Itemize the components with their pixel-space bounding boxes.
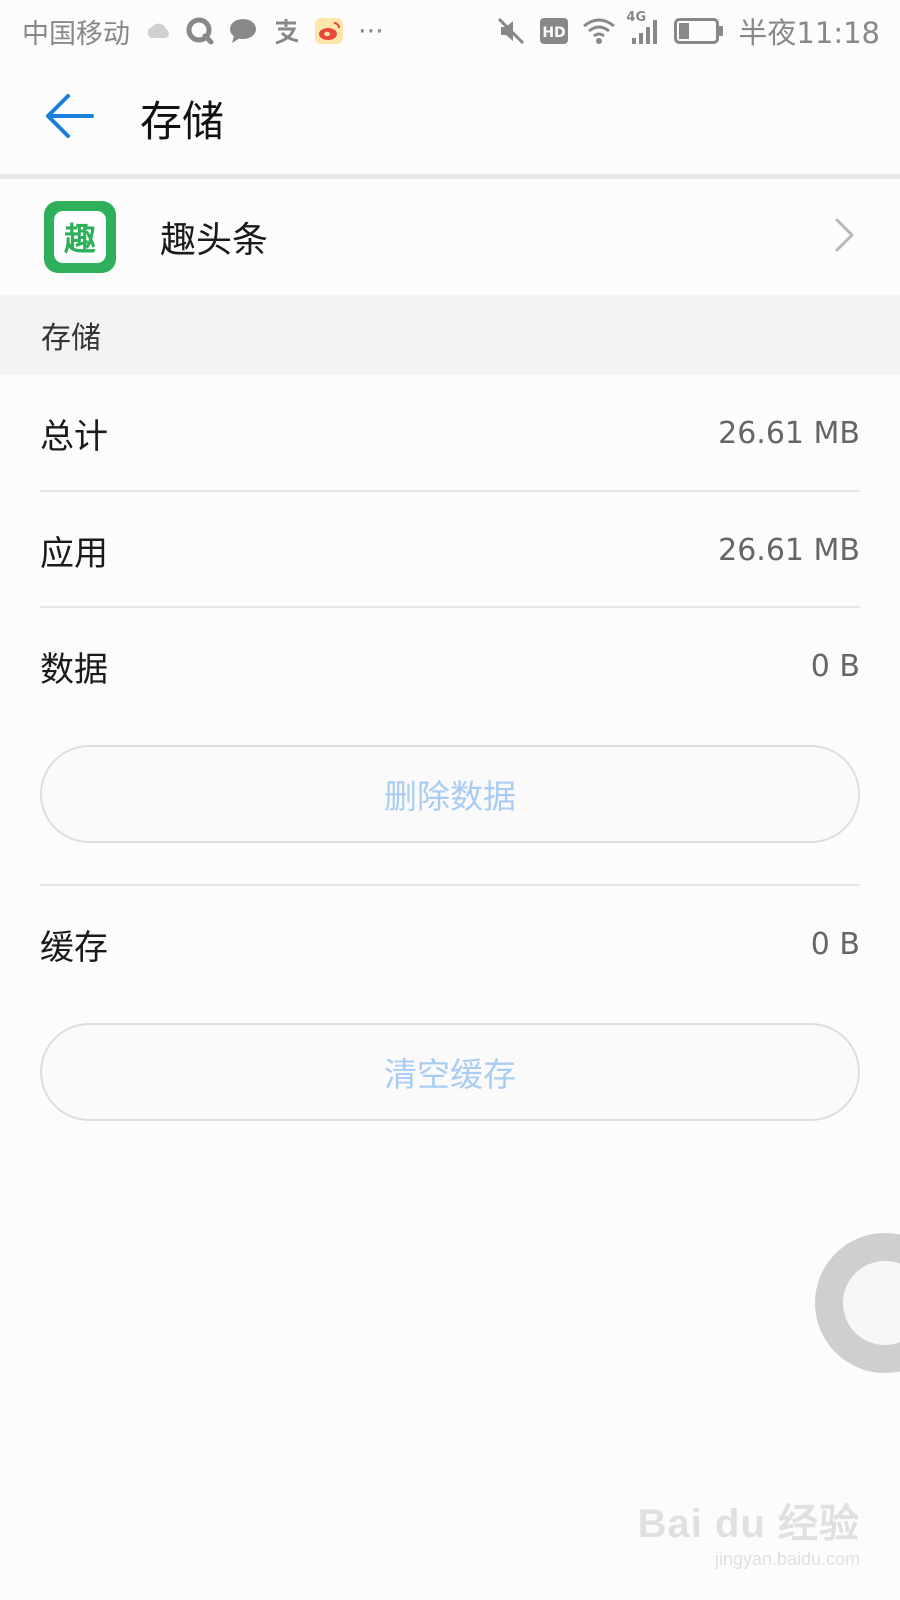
storage-row-data: 数据 0 B xyxy=(40,608,860,724)
row-label: 数据 xyxy=(40,649,108,690)
row-value: 26.61 MB xyxy=(718,532,860,568)
watermark: Bai du 经验 jingyan.baidu.com xyxy=(638,1491,860,1570)
chevron-right-icon xyxy=(834,217,856,257)
floating-assistant-button[interactable] xyxy=(815,1233,900,1373)
page-title: 存储 xyxy=(140,96,225,146)
hd-icon: HD xyxy=(540,18,569,44)
app-icon-glyph: 趣 xyxy=(54,211,106,263)
row-value: 26.61 MB xyxy=(718,415,860,451)
row-label: 缓存 xyxy=(40,927,108,968)
message-icon xyxy=(228,17,258,45)
status-bar: 中国移动 ··· HD 4G 半夜11:18 xyxy=(0,0,900,62)
back-arrow-icon xyxy=(44,93,94,143)
row-value: 0 B xyxy=(810,648,860,684)
storage-row-cache: 缓存 0 B xyxy=(40,886,860,1002)
network-type-label: 4G xyxy=(626,10,647,25)
more-notifications-indicator: ··· xyxy=(358,15,384,47)
watermark-url: jingyan.baidu.com xyxy=(714,1549,860,1569)
storage-screen: 中国移动 ··· HD 4G 半夜11:18 存储 趣 趣头条 存储 总计 26… xyxy=(0,0,900,1600)
app-name: 趣头条 xyxy=(160,220,269,261)
mute-icon xyxy=(496,16,526,46)
clear-cache-button[interactable]: 清空缓存 xyxy=(40,1023,860,1121)
cellular-signal-icon: 4G xyxy=(626,10,660,46)
carrier-name: 中国移动 xyxy=(22,18,130,50)
row-value: 0 B xyxy=(810,926,860,962)
alipay-icon xyxy=(272,17,300,45)
qq-browser-icon xyxy=(186,17,214,45)
section-header-storage: 存储 xyxy=(0,295,900,375)
status-bar-right: HD 4G 半夜11:18 xyxy=(482,10,880,52)
app-info-row[interactable]: 趣 趣头条 xyxy=(0,179,900,295)
row-label: 应用 xyxy=(40,533,108,574)
battery-icon xyxy=(674,18,724,44)
storage-row-total: 总计 26.61 MB xyxy=(40,375,860,491)
wifi-icon xyxy=(582,17,616,45)
top-app-bar: 存储 xyxy=(0,62,900,174)
status-bar-left: 中国移动 ··· xyxy=(22,12,398,51)
row-label: 总计 xyxy=(40,416,108,457)
app-icon: 趣 xyxy=(44,201,116,273)
clear-data-button[interactable]: 删除数据 xyxy=(40,745,860,843)
watermark-logo: Bai du 经验 xyxy=(637,1502,860,1546)
cloud-icon xyxy=(144,20,172,42)
back-button[interactable] xyxy=(0,62,120,174)
storage-row-app: 应用 26.61 MB xyxy=(40,492,860,608)
clock: 半夜11:18 xyxy=(738,16,880,50)
weibo-icon xyxy=(314,17,344,45)
svg-text:HD: HD xyxy=(543,25,566,41)
